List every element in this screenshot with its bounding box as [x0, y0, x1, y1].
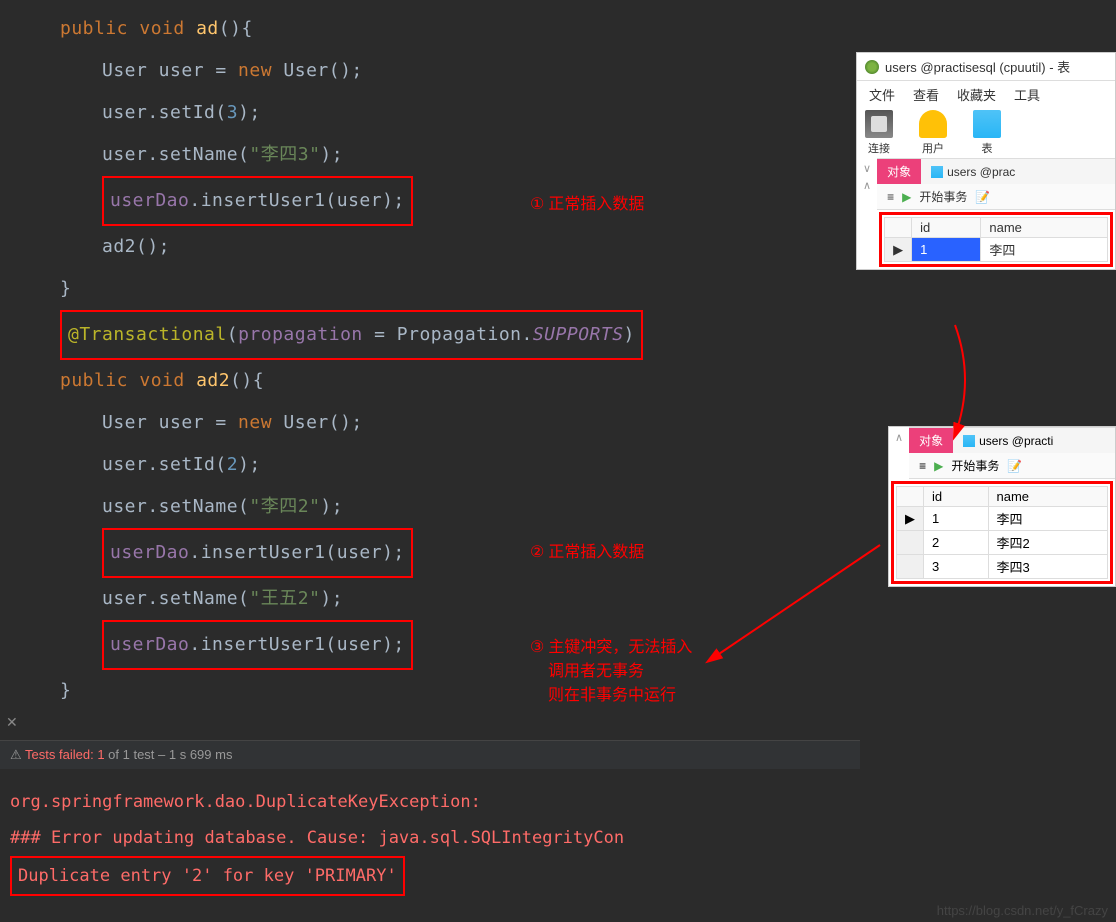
col-header-id[interactable]: id — [924, 487, 989, 507]
navicat-title: users @practisesql (cpuutil) - 表 — [885, 57, 1070, 76]
table-row[interactable]: 3李四3 — [897, 555, 1108, 579]
console-line: ### Error updating database. Cause: java… — [10, 820, 850, 856]
col-header-id[interactable]: id — [912, 218, 981, 238]
test-result-bar: ⚠ Tests failed: 1 of 1 test – 1 s 699 ms — [0, 740, 860, 769]
table-icon — [931, 166, 943, 178]
console-line: org.springframework.dao.DuplicateKeyExce… — [10, 784, 850, 820]
table-icon — [963, 435, 975, 447]
table-row[interactable]: ▶1李四 — [885, 238, 1108, 262]
navicat-app-icon — [865, 60, 879, 74]
warning-icon: ⚠ — [10, 747, 25, 762]
navicat-window-before: users @practisesql (cpuutil) - 表 文件 查看 收… — [856, 52, 1116, 270]
navicat-tx-bar: ≡ ▶ 开始事务 📝 — [877, 184, 1115, 210]
col-header-name[interactable]: name — [988, 487, 1107, 507]
table-row[interactable]: 2李四2 — [897, 531, 1108, 555]
test-fail-count: 1 — [97, 747, 104, 762]
navicat-tabs: 对象 users @practi — [909, 427, 1115, 453]
console-line-highlighted: Duplicate entry '2' for key 'PRIMARY' — [10, 856, 405, 896]
watermark: https://blog.csdn.net/y_fCrazy — [937, 903, 1108, 918]
tab-users-table[interactable]: users @practi — [953, 428, 1063, 453]
code-line: } — [60, 268, 1116, 310]
chevron-up-icon[interactable]: ∧ — [861, 177, 873, 194]
menu-view[interactable]: 查看 — [913, 85, 939, 104]
user-icon — [919, 110, 947, 138]
navicat-window-after: ∧ 对象 users @practi ≡ ▶ 开始事务 📝 idname ▶1李… — [888, 426, 1116, 587]
navicat-toolbar: 连接 用户 表 — [857, 108, 1115, 158]
test-fail-label: Tests failed: — [25, 747, 94, 762]
begin-transaction-button[interactable]: 开始事务 — [919, 188, 967, 205]
navicat-menubar: 文件 查看 收藏夹 工具 — [857, 81, 1115, 108]
menu-file[interactable]: 文件 — [869, 85, 895, 104]
tool-user[interactable]: 用户 — [919, 110, 947, 156]
data-table-before: idname ▶1李四 — [884, 217, 1108, 262]
table-after-frame: idname ▶1李四 2李四2 3李四3 — [891, 481, 1113, 584]
connection-icon — [865, 110, 893, 138]
menu-icon[interactable]: ≡ — [919, 459, 926, 473]
tab-users-table[interactable]: users @prac — [921, 159, 1025, 184]
code-line: public void ad(){ — [60, 8, 1116, 50]
play-icon: ▶ — [934, 459, 943, 473]
tab-objects[interactable]: 对象 — [909, 428, 953, 453]
chevron-down-icon[interactable]: ∨ — [861, 160, 873, 177]
close-icon[interactable]: ✕ — [6, 714, 18, 731]
annotation-1: ①正常插入数据 — [530, 190, 644, 214]
memo-icon[interactable]: 📝 — [975, 190, 990, 204]
code-line: public void ad2(){ — [60, 360, 1116, 402]
tool-table[interactable]: 表 — [973, 110, 1001, 156]
menu-favorites[interactable]: 收藏夹 — [957, 85, 996, 104]
test-fail-summary: of 1 test – 1 s 699 ms — [108, 747, 232, 762]
navicat-tabs: 对象 users @prac — [877, 158, 1115, 184]
begin-transaction-button[interactable]: 开始事务 — [951, 457, 999, 474]
tool-connection[interactable]: 连接 — [865, 110, 893, 156]
play-icon: ▶ — [902, 190, 911, 204]
data-table-after: idname ▶1李四 2李四2 3李四3 — [896, 486, 1108, 579]
menu-tools[interactable]: 工具 — [1014, 85, 1040, 104]
code-line: @Transactional(propagation = Propagation… — [60, 310, 1116, 360]
annotation-2: ②正常插入数据 — [530, 538, 644, 562]
chevron-up-icon[interactable]: ∧ — [893, 430, 905, 446]
table-row[interactable]: ▶1李四 — [897, 507, 1108, 531]
annotation-3: ③主键冲突，无法插入 调用者无事务 则在非事务中运行 — [530, 636, 692, 708]
tab-objects[interactable]: 对象 — [877, 159, 921, 184]
table-icon — [973, 110, 1001, 138]
navicat-titlebar: users @practisesql (cpuutil) - 表 — [857, 53, 1115, 81]
console-output: org.springframework.dao.DuplicateKeyExce… — [0, 780, 860, 900]
navicat-tx-bar: ≡ ▶ 开始事务 📝 — [909, 453, 1115, 479]
menu-icon[interactable]: ≡ — [887, 190, 894, 204]
col-header-name[interactable]: name — [981, 218, 1108, 238]
memo-icon[interactable]: 📝 — [1007, 459, 1022, 473]
table-before-frame: idname ▶1李四 — [879, 212, 1113, 267]
